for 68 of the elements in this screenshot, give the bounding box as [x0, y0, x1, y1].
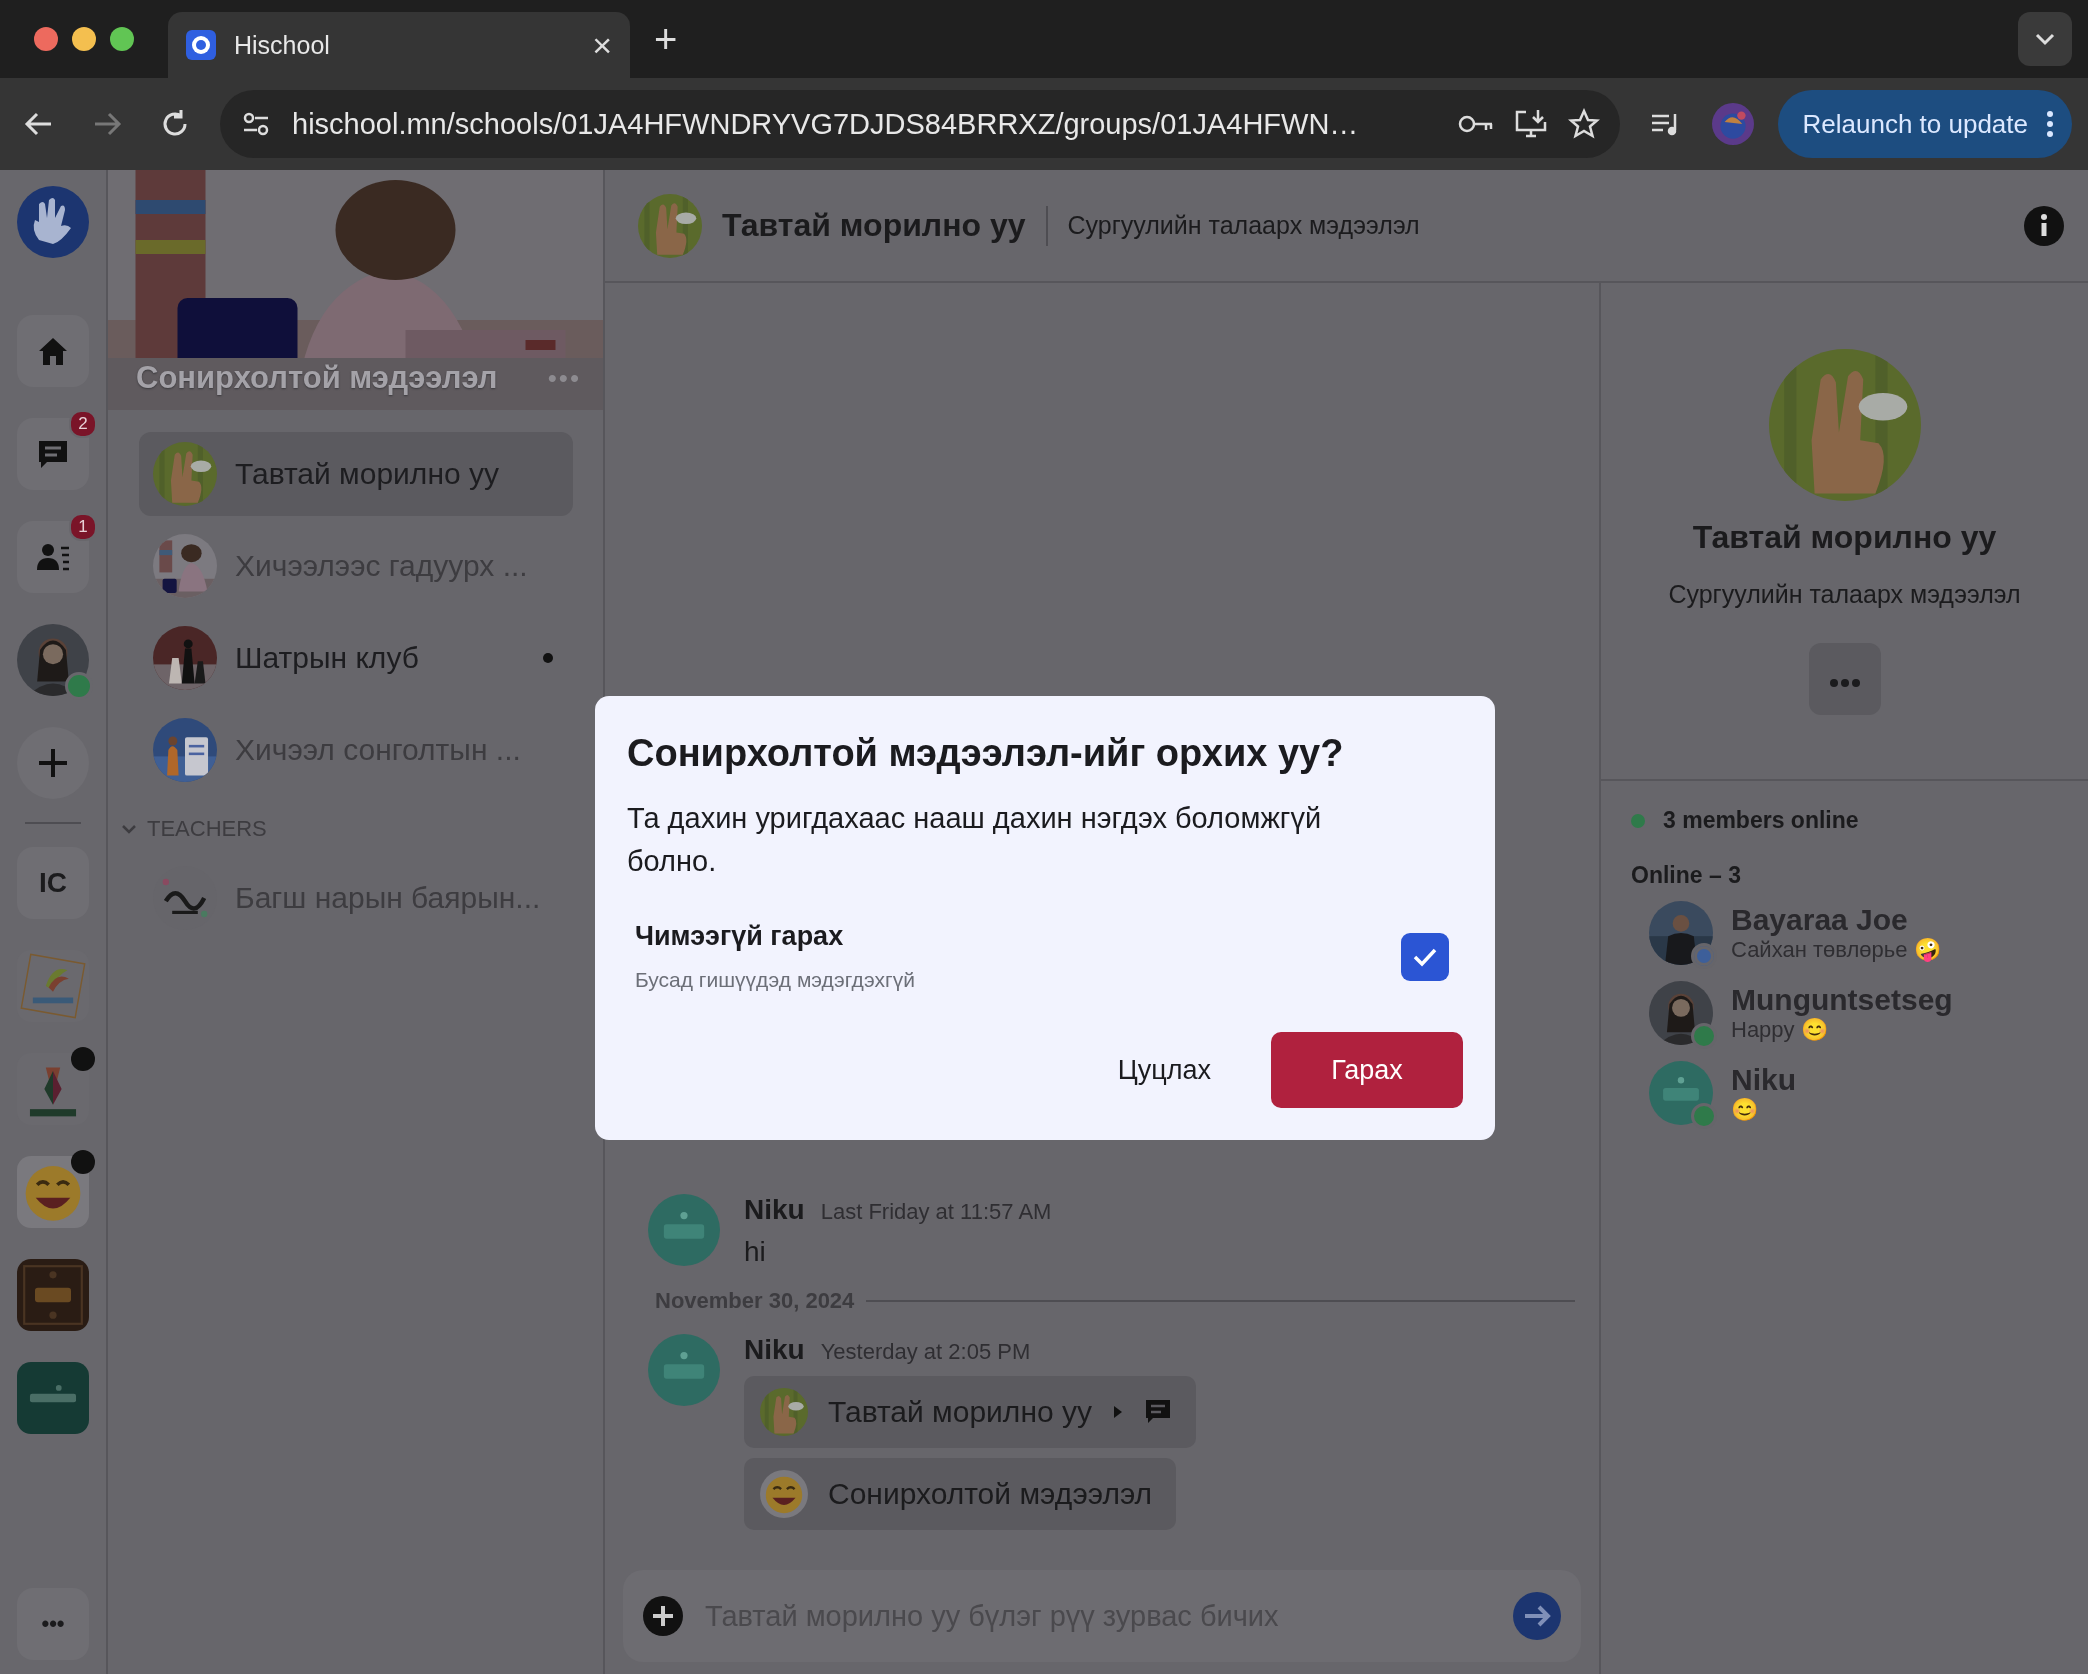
people-button[interactable] — [17, 521, 89, 593]
notification-badge: 2 — [69, 410, 97, 438]
server-button[interactable] — [17, 1362, 89, 1434]
channel-title: Тавтай морилно уу — [1692, 519, 1997, 556]
unread-dot — [543, 653, 553, 663]
chat-icon — [1143, 1398, 1172, 1426]
plus-icon — [643, 1596, 683, 1636]
member-status: Сайхан төвлөрье 🤪 — [1731, 937, 1941, 963]
more-icon — [1829, 679, 1860, 687]
group-link[interactable]: Сонирхолтой мэдээлэл — [744, 1458, 1177, 1530]
url-text: hischool.mn/schools/01JA4HFWNDRYVG7DJDS84BRRXZ/groups/01JA4HFWN… — [292, 107, 1360, 141]
author-name[interactable]: Niku — [744, 1334, 805, 1366]
hand-logo-icon — [17, 186, 89, 258]
info-icon[interactable] — [2024, 205, 2064, 246]
close-tab-button[interactable]: × — [592, 28, 612, 62]
member-name[interactable]: Bayaraa Joe — [1731, 903, 1941, 937]
channel-item[interactable]: Шатрын клуб — [139, 616, 573, 700]
server-button[interactable] — [17, 1156, 89, 1228]
option-label: Чимээгүй гарах — [635, 921, 845, 952]
section-heading: Online – 3 — [1631, 862, 1742, 889]
chat-button[interactable] — [17, 418, 89, 490]
channel-topic: Сургуулийн талаарх мэдээлэл — [1067, 211, 1421, 240]
notification-badge: 1 — [69, 513, 97, 541]
relaunch-button[interactable]: Relaunch to update — [1778, 90, 2072, 158]
member-name[interactable]: Munguntsetseg — [1731, 983, 1953, 1017]
server-button[interactable] — [17, 1259, 89, 1331]
chevron-down-icon — [2034, 32, 2056, 46]
dialog-text: Та дахин уригдахаас нааш дахин нэгдэх боломжгүй болно. — [627, 801, 1323, 879]
kebab-icon — [2046, 110, 2054, 138]
message-text: hi — [744, 1236, 767, 1268]
leave-button[interactable]: Гарах — [1271, 1032, 1463, 1108]
author-name[interactable]: Niku — [744, 1194, 805, 1226]
attach-button[interactable] — [643, 1596, 683, 1636]
member-status: 😊 — [1731, 1097, 1759, 1123]
group-title: Сонирхолтой мэдээлэл — [136, 360, 498, 396]
dialog-title: Сонирхолтой мэдээлэл-ийг орхих уу? — [627, 732, 1345, 775]
arrow-right-icon — [1513, 1592, 1561, 1640]
star-icon[interactable] — [1568, 108, 1601, 140]
address-bar[interactable]: hischool.mn/schools/01JA4HFWNDRYVG7DJDS84BRRXZ/groups/01JA4HFWN… — [220, 90, 1621, 158]
group-menu-button[interactable]: ••• — [547, 362, 581, 394]
send-button[interactable] — [1513, 1592, 1561, 1640]
cancel-button[interactable]: Цуцлах — [1097, 1044, 1231, 1096]
checkmark-icon — [1412, 946, 1438, 967]
zoom-window-icon[interactable] — [110, 27, 134, 51]
timestamp: Last Friday at 11:57 AM — [820, 1199, 1052, 1225]
new-tab-button[interactable]: + — [644, 19, 688, 59]
channel-title: Тавтай морилно уу — [722, 207, 1026, 244]
browser-tab[interactable]: Hischool × — [168, 12, 630, 78]
timestamp: Yesterday at 2:05 PM — [820, 1339, 1031, 1365]
online-status-dot — [1631, 813, 1645, 828]
home-button[interactable] — [17, 315, 89, 387]
server-button[interactable]: IC — [17, 847, 89, 919]
more-button[interactable] — [1808, 643, 1881, 715]
option-hint: Бусад гишүүдэд мэдэгдэхгүй — [635, 968, 916, 992]
online-count: 3 members online — [1663, 807, 1859, 834]
tab-list-button[interactable] — [2018, 12, 2072, 66]
close-window-icon[interactable] — [34, 27, 58, 51]
more-button[interactable]: ••• — [17, 1588, 89, 1660]
install-icon[interactable] — [1514, 108, 1549, 140]
member-status: Happy 😊 — [1731, 1017, 1829, 1043]
minimize-window-icon[interactable] — [72, 27, 96, 51]
channel-topic: Сургуулийн талаарх мэдээлэл — [1668, 580, 2021, 609]
member-name[interactable]: Niku — [1731, 1063, 1796, 1097]
tab-title: Hischool — [234, 30, 331, 60]
channel-item[interactable]: Тавтай морилно уу — [139, 432, 573, 516]
channel-link[interactable]: Тавтай морилно уу — [744, 1376, 1196, 1448]
checkbox[interactable] — [1401, 932, 1449, 981]
caret-icon — [1111, 1404, 1124, 1420]
